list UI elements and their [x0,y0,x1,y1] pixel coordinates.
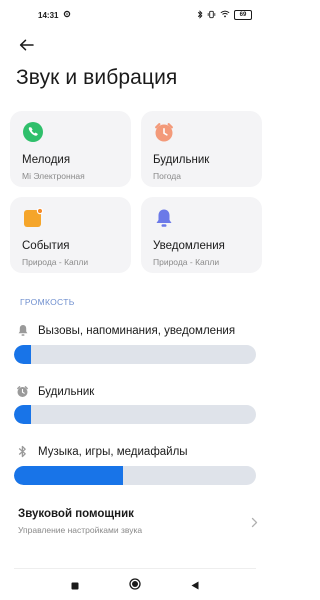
slider-fill [14,345,31,364]
battery-icon: 69 [234,10,252,20]
chevron-right-icon [251,515,258,533]
square-icon[interactable] [71,577,79,595]
card-title: Уведомления [153,240,225,252]
navigation-bar [0,572,270,600]
card-title: Будильник [153,154,210,166]
volume-label-text: Будильник [38,385,95,398]
alarm-clock-icon [153,121,175,143]
gear-icon [63,10,71,20]
card-alarm[interactable]: Будильник Погода [141,111,262,187]
sound-assistant-item[interactable]: Звуковой помощник Управление настройками… [0,500,270,546]
phone-icon [22,121,44,143]
vibrate-icon [207,10,216,21]
circle-icon[interactable] [129,577,141,595]
card-subtitle: Природа - Капли [153,257,220,267]
volume-label-media: Музыка, игры, медиафайлы [16,445,188,458]
sound-assistant-subtitle: Управление настройками звука [18,525,143,535]
wifi-icon [220,10,230,20]
bluetooth-icon [197,9,203,21]
arrow-left-icon [19,39,34,51]
volume-label-ring: Вызовы, напоминания, уведомления [16,324,235,337]
volume-label-alarm: Будильник [16,385,94,398]
alarm-clock-icon [16,385,29,398]
sound-assistant-title: Звуковой помощник [18,508,134,520]
volume-slider-alarm[interactable] [14,405,256,424]
card-subtitle: Mi Электронная [22,171,85,181]
volume-label-text: Музыка, игры, медиафайлы [38,445,188,458]
card-subtitle: Природа - Капли [22,257,89,267]
status-time: 14:31 [38,10,59,20]
card-title: События [22,240,70,252]
page-title: Звук и вибрация [16,66,178,89]
card-subtitle: Погода [153,171,181,181]
volume-slider-ring[interactable] [14,345,256,364]
back-button[interactable] [15,34,37,56]
volume-label-text: Вызовы, напоминания, уведомления [38,324,236,337]
card-title: Мелодия [22,154,71,166]
calendar-icon [22,207,44,229]
divider [14,568,256,569]
bell-icon [16,324,29,337]
card-events[interactable]: События Природа - Капли [10,197,131,273]
bluetooth-icon [16,445,29,458]
volume-slider-media[interactable] [14,466,256,485]
status-bar: 14:31 69 [0,0,270,30]
bell-icon [153,207,175,229]
card-notifications[interactable]: Уведомления Природа - Капли [141,197,262,273]
triangle-back-icon[interactable] [191,577,199,595]
slider-fill [14,466,123,485]
section-label-volume: ГРОМКОСТЬ [20,297,75,307]
slider-fill [14,405,31,424]
card-ringtone[interactable]: Мелодия Mi Электронная [10,111,131,187]
